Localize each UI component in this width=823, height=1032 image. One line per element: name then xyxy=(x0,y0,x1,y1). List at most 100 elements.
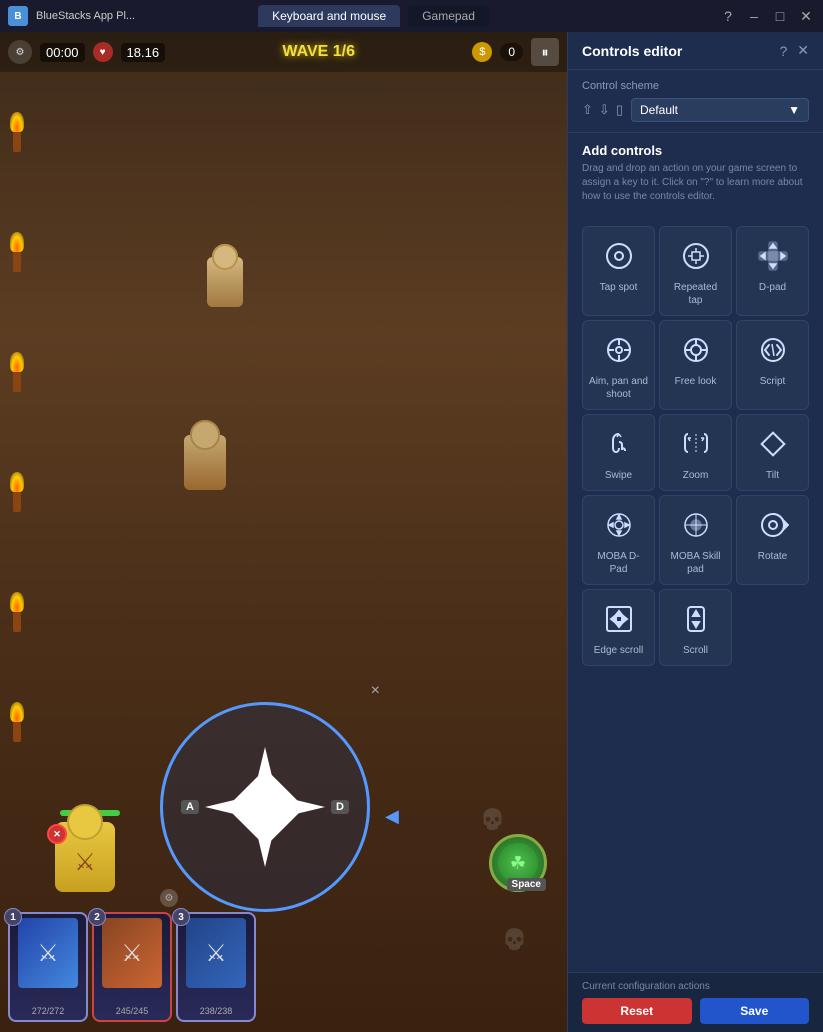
scheme-row: ⇧ ⇩ ▯ Default ▼ xyxy=(582,98,809,122)
free-look-icon xyxy=(677,331,715,369)
hud-second-timer: 18.16 xyxy=(121,43,166,62)
dpad-center xyxy=(227,769,305,847)
control-scheme-section: Control scheme ⇧ ⇩ ▯ Default ▼ xyxy=(568,70,823,133)
tilt-icon xyxy=(754,425,792,463)
control-tap-spot[interactable]: Tap spot xyxy=(582,226,655,316)
card-3-badge: 3 xyxy=(172,908,190,926)
dpad-circle[interactable]: A D xyxy=(160,702,370,912)
card-2-badge: 2 xyxy=(88,908,106,926)
moba-skill-pad-icon xyxy=(677,506,715,544)
dpad-container: × A D xyxy=(160,702,370,912)
card-1-stats: 272/272 xyxy=(32,1006,65,1016)
footer-label: Current configuration actions xyxy=(582,981,809,992)
card-2[interactable]: 2 ⚔ 245/245 xyxy=(92,912,172,1022)
scheme-copy-icon[interactable]: ▯ xyxy=(616,102,623,118)
skull-decor: 💀 xyxy=(480,807,505,832)
hero-character: ⚔ ✕ xyxy=(55,822,125,902)
reset-button[interactable]: Reset xyxy=(582,998,692,1024)
card-1[interactable]: 1 ⚔ 272/272 xyxy=(8,912,88,1022)
scheme-icons: ⇧ ⇩ ▯ xyxy=(582,102,623,118)
rotate-label: Rotate xyxy=(758,550,787,563)
enemy-4 xyxy=(200,252,250,312)
dpad-close-button[interactable]: × xyxy=(371,682,380,700)
panel-close-button[interactable]: ✕ xyxy=(797,42,809,59)
hud-coin-count: 0 xyxy=(500,43,523,61)
card-3[interactable]: 3 ⚔ 238/238 xyxy=(176,912,256,1022)
panel-header-icons: ? ✕ xyxy=(779,42,809,59)
add-controls-section: Add controls Drag and drop an action on … xyxy=(568,133,823,226)
control-repeated-tap[interactable]: Repeated tap xyxy=(659,226,732,316)
panel-help-button[interactable]: ? xyxy=(779,43,787,59)
control-swipe[interactable]: Swipe xyxy=(582,414,655,491)
scheme-label: Control scheme xyxy=(582,80,809,92)
title-bar: B BlueStacks App Pl... Keyboard and mous… xyxy=(0,0,823,32)
hero-badge: ✕ xyxy=(47,824,67,844)
skill-button-icon: ☘ xyxy=(498,843,538,883)
dpad-key-left: A xyxy=(181,800,199,814)
help-button[interactable]: ? xyxy=(719,7,737,25)
card-2-icon: ⚔ xyxy=(102,918,162,988)
torch-3 xyxy=(10,352,24,392)
hud-heart: ♥ xyxy=(93,42,113,62)
scheme-export-icon[interactable]: ⇩ xyxy=(599,102,610,118)
moba-dpad-label: MOBA D-Pad xyxy=(589,550,648,576)
tap-spot-icon xyxy=(600,237,638,275)
skill-button[interactable]: ☘ Space xyxy=(489,834,547,892)
control-tilt[interactable]: Tilt xyxy=(736,414,809,491)
app-name: BlueStacks App Pl... xyxy=(36,10,250,22)
close-button[interactable]: ✕ xyxy=(797,7,815,25)
hud-icon: ⚙ xyxy=(8,40,32,64)
zoom-label: Zoom xyxy=(683,469,709,482)
add-controls-desc: Drag and drop an action on your game scr… xyxy=(582,162,809,204)
pause-button[interactable]: ⏸ xyxy=(531,38,559,66)
control-edge-scroll[interactable]: Edge scroll xyxy=(582,589,655,666)
zoom-icon xyxy=(677,425,715,463)
control-zoom[interactable]: Zoom xyxy=(659,414,732,491)
control-dpad[interactable]: D-pad xyxy=(736,226,809,316)
control-moba-skill-pad[interactable]: MOBA Skill pad xyxy=(659,495,732,585)
dpad-label: D-pad xyxy=(759,281,786,294)
minimize-button[interactable]: – xyxy=(745,7,763,25)
tap-spot-label: Tap spot xyxy=(600,281,638,294)
tab-gamepad[interactable]: Gamepad xyxy=(408,5,489,27)
free-look-label: Free look xyxy=(675,375,717,388)
scheme-select[interactable]: Default ▼ xyxy=(631,98,809,122)
main-content: 💀 💀 xyxy=(0,32,823,1032)
script-icon xyxy=(754,331,792,369)
torch-6 xyxy=(10,702,24,742)
enemy-6 xyxy=(180,432,230,492)
dpad-icon xyxy=(754,237,792,275)
restore-button[interactable]: □ xyxy=(771,7,789,25)
script-label: Script xyxy=(760,375,786,388)
control-rotate[interactable]: Rotate xyxy=(736,495,809,585)
scroll-label: Scroll xyxy=(683,644,708,657)
hud-coin-icon: $ xyxy=(472,42,492,62)
hud-wave: WAVE 1/6 xyxy=(173,43,464,61)
control-aim-pan-shoot[interactable]: Aim, pan and shoot xyxy=(582,320,655,410)
control-script[interactable]: Script xyxy=(736,320,809,410)
repeated-tap-icon xyxy=(677,237,715,275)
rotate-icon xyxy=(754,506,792,544)
repeated-tap-label: Repeated tap xyxy=(666,281,725,307)
skill-key-badge: Space xyxy=(507,878,546,891)
panel-footer: Current configuration actions Reset Save xyxy=(568,972,823,1032)
edge-scroll-label: Edge scroll xyxy=(594,644,643,657)
control-moba-dpad[interactable]: MOBA D-Pad xyxy=(582,495,655,585)
tab-keyboard-mouse[interactable]: Keyboard and mouse xyxy=(258,5,400,27)
dpad-key-right: D xyxy=(331,800,349,814)
scheme-upload-icon[interactable]: ⇧ xyxy=(582,102,593,118)
card-1-badge: 1 xyxy=(4,908,22,926)
torch-5 xyxy=(10,592,24,632)
moba-dpad-icon xyxy=(600,506,638,544)
control-scroll[interactable]: Scroll xyxy=(659,589,732,666)
save-button[interactable]: Save xyxy=(700,998,810,1024)
control-free-look[interactable]: Free look xyxy=(659,320,732,410)
controls-panel: Controls editor ? ✕ Control scheme ⇧ ⇩ ▯… xyxy=(567,32,823,1032)
aim-pan-shoot-label: Aim, pan and shoot xyxy=(589,375,648,401)
swipe-label: Swipe xyxy=(605,469,632,482)
card-2-stats: 245/245 xyxy=(116,1006,149,1016)
torch-2 xyxy=(10,232,24,272)
panel-header: Controls editor ? ✕ xyxy=(568,32,823,70)
aim-pan-shoot-icon xyxy=(600,331,638,369)
bottom-cards: 1 ⚔ 272/272 2 ⚔ 245/245 3 ⚔ 238/238 xyxy=(0,912,567,1022)
